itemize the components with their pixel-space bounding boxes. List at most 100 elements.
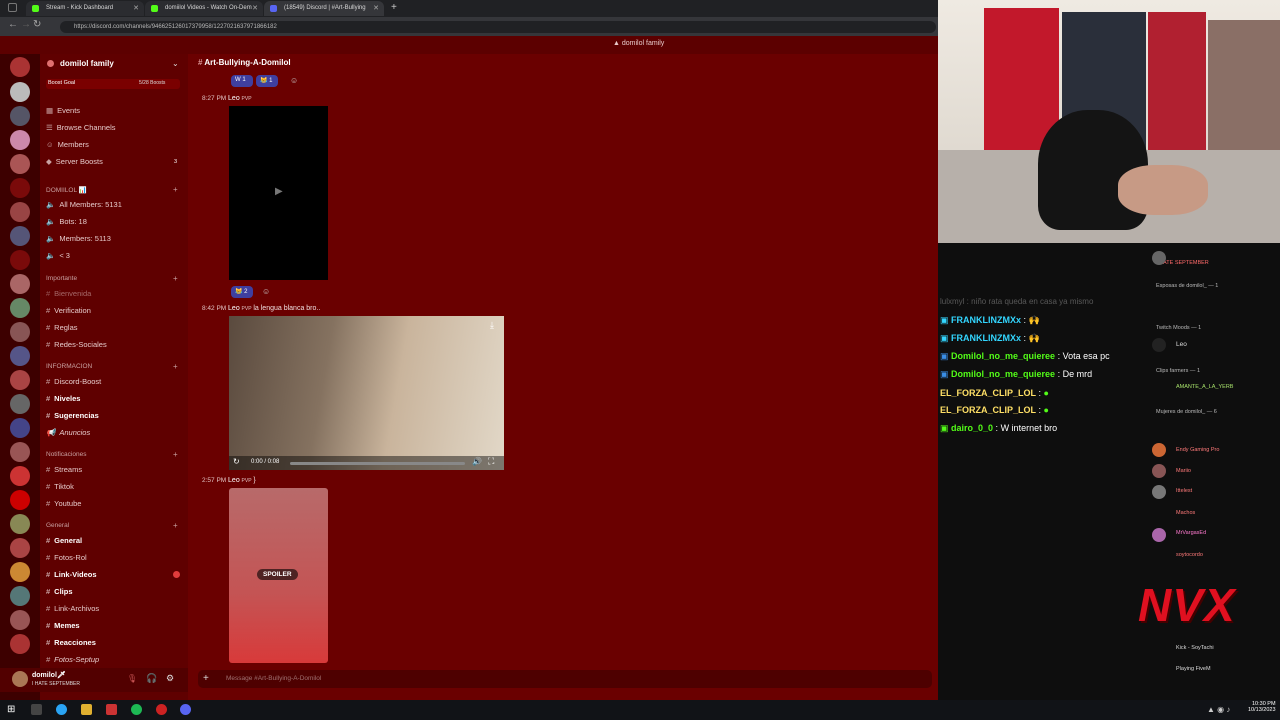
channel-sugerencias[interactable]: # Sugerencias <box>46 411 99 420</box>
stat-channel[interactable]: 🔈 < 3 <box>46 251 70 260</box>
category-notificaciones[interactable]: Notificaciones <box>46 451 86 458</box>
chat-username[interactable]: dairo_0_0 <box>951 423 993 433</box>
chat-username[interactable]: Domilol_no_me_quieree <box>951 351 1055 361</box>
avatar[interactable] <box>1152 528 1166 542</box>
server-icon[interactable] <box>10 202 30 222</box>
server-icon[interactable] <box>10 274 30 294</box>
server-icon[interactable] <box>10 322 30 342</box>
volume-icon[interactable]: 🔊 <box>472 457 482 466</box>
server-icon[interactable] <box>10 514 30 534</box>
message-author[interactable]: Leo <box>228 95 240 102</box>
reaction-chip[interactable]: 😹 2 <box>231 286 253 298</box>
replay-icon[interactable]: ↻ <box>233 457 240 466</box>
chevron-down-icon[interactable]: ⌄ <box>172 59 179 68</box>
server-icon[interactable] <box>10 130 30 150</box>
add-channel-button[interactable]: + <box>173 274 178 283</box>
server-icon[interactable] <box>10 562 30 582</box>
back-icon[interactable]: ← <box>8 19 18 30</box>
server-icon[interactable] <box>10 346 30 366</box>
reaction-chip[interactable]: 😹 1 <box>256 75 278 87</box>
message-input[interactable]: Message #Art-Bullying-A-Domilol <box>198 670 932 688</box>
message-author[interactable]: Leo <box>228 305 240 312</box>
headphones-icon[interactable]: 🎧 <box>146 673 157 684</box>
channel-memes[interactable]: # Memes <box>46 621 80 630</box>
server-icon[interactable] <box>10 250 30 270</box>
channel-streams[interactable]: # Streams <box>46 465 82 474</box>
channel-anuncios[interactable]: 📢 Anuncios <box>46 428 90 437</box>
server-icon[interactable] <box>10 418 30 438</box>
chat-username[interactable]: EL_FORZA_CLIP_LOL <box>940 388 1036 398</box>
play-icon[interactable]: ▶ <box>275 186 283 197</box>
member-entry[interactable]: Mariio <box>1176 468 1191 474</box>
channel-fotos-septup[interactable]: # Fotos-Septup <box>46 655 99 664</box>
member-entry[interactable]: AMANTE_A_LA_YERB <box>1176 384 1233 390</box>
server-icon[interactable] <box>10 370 30 390</box>
channel-discord-boost[interactable]: # Discord-Boost <box>46 377 101 386</box>
download-icon[interactable]: ⤓ <box>490 320 494 331</box>
server-icon[interactable] <box>10 226 30 246</box>
app-icon[interactable] <box>106 704 117 715</box>
server-icon[interactable] <box>10 538 30 558</box>
category-importante[interactable]: Importante <box>46 275 77 282</box>
avatar[interactable] <box>1152 338 1166 352</box>
avatar[interactable] <box>1152 443 1166 457</box>
chat-username[interactable]: EL_FORZA_CLIP_LOL <box>940 405 1036 415</box>
discord-icon[interactable] <box>180 704 191 715</box>
category-informacion[interactable]: INFORMACION <box>46 363 92 370</box>
server-icon[interactable] <box>10 490 30 510</box>
server-icon[interactable] <box>10 466 30 486</box>
video-progress-bar[interactable] <box>290 462 465 465</box>
member-entry[interactable]: Endy Gaming Pro <box>1176 447 1219 453</box>
channel-fotos-rol[interactable]: # Fotos-Rol <box>46 553 87 562</box>
stat-channel[interactable]: 🔈 Bots: 18 <box>46 217 87 226</box>
channel-reglas[interactable]: # Reglas <box>46 323 78 332</box>
member-entry[interactable]: soytocordo <box>1176 552 1203 558</box>
chat-username[interactable]: FRANKLINZMXx <box>951 315 1021 325</box>
channel-clips[interactable]: # Clips <box>46 587 73 596</box>
server-icon[interactable] <box>10 610 30 630</box>
add-channel-button[interactable]: + <box>173 450 178 459</box>
channel-verification[interactable]: # Verification <box>46 306 91 315</box>
folder-icon[interactable] <box>81 704 92 715</box>
avatar[interactable] <box>1152 485 1166 499</box>
windows-start-icon[interactable]: ⊞ <box>7 704 15 715</box>
server-icon[interactable] <box>10 106 30 126</box>
close-icon[interactable]: ✕ <box>133 4 139 12</box>
add-reaction-icon[interactable]: ☺ <box>290 76 298 85</box>
server-icon[interactable] <box>10 154 30 174</box>
close-icon[interactable]: ✕ <box>373 4 379 12</box>
discord-home-icon[interactable] <box>10 57 30 77</box>
fullscreen-icon[interactable]: ⛶ <box>488 456 494 467</box>
reload-icon[interactable]: ↻ <box>33 19 41 30</box>
browser-tab-2[interactable]: domiilol Videos - Watch On-Dem ✕ <box>145 1 263 16</box>
member-entry[interactable]: Leo <box>1176 341 1187 348</box>
message-author[interactable]: Leo <box>228 477 240 484</box>
server-icon[interactable] <box>10 634 30 654</box>
add-reaction-icon[interactable]: ☺ <box>262 287 270 296</box>
avatar[interactable] <box>12 671 28 687</box>
server-icon[interactable] <box>10 442 30 462</box>
member-entry[interactable]: Ittelest <box>1176 488 1192 494</box>
reaction-chip[interactable]: W 1 <box>231 75 253 87</box>
server-icon[interactable] <box>10 82 30 102</box>
channel-niveles[interactable]: # Niveles <box>46 394 80 403</box>
spotify-icon[interactable] <box>131 704 142 715</box>
video-player[interactable] <box>229 316 504 470</box>
forward-icon[interactable]: → <box>21 19 31 30</box>
chat-username[interactable]: Domilol_no_me_quieree <box>951 369 1055 379</box>
channel-link-videos[interactable]: # Link-Videos <box>46 570 97 579</box>
category-stats[interactable]: DOMIILOL 📊 <box>46 186 87 194</box>
category-general[interactable]: General <box>46 522 69 529</box>
avatar[interactable] <box>1152 251 1166 265</box>
channel-general[interactable]: # General <box>46 536 82 545</box>
mute-icon[interactable]: 🎙 <box>127 674 137 683</box>
nav-members[interactable]: ☺ Members <box>46 140 89 149</box>
add-channel-button[interactable]: + <box>173 362 178 371</box>
chrome-icon[interactable] <box>56 704 67 715</box>
server-icon[interactable] <box>10 178 30 198</box>
clock[interactable]: 10:30 PM 10/13/2023 <box>1248 701 1276 713</box>
chat-username[interactable]: FRANKLINZMXx <box>951 333 1021 343</box>
attach-plus-icon[interactable]: + <box>203 673 209 684</box>
add-channel-button[interactable]: + <box>173 521 178 530</box>
browser-tab-3[interactable]: (18549) Discord | #Art-Bullying ✕ <box>264 1 384 16</box>
